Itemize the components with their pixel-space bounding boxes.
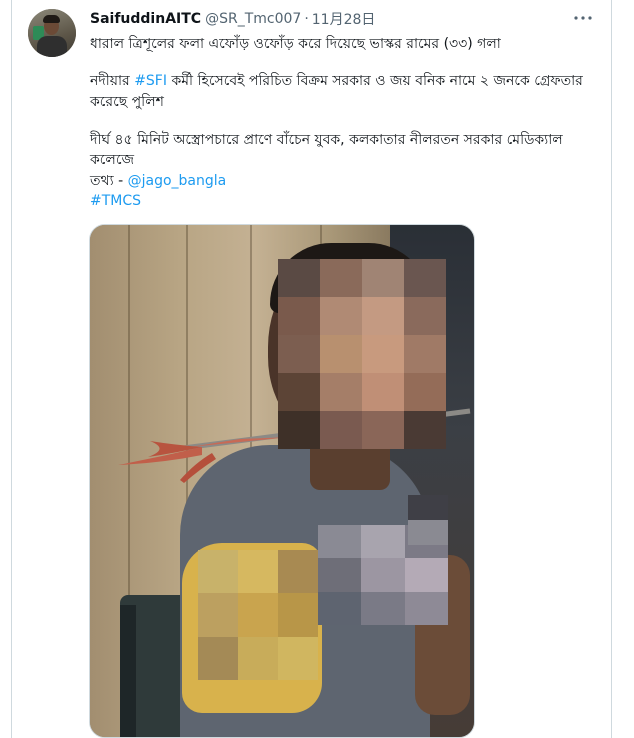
mosaic-block (198, 593, 238, 637)
tweet-text-line-4: দীর্ঘ ৪৫ মিনিট অস্ত্রোপচারে প্রাণে বাঁচে… (90, 132, 563, 168)
mosaic-block (278, 373, 320, 411)
source-prefix: তথ্য - (90, 173, 128, 189)
mosaic-block (404, 411, 446, 449)
mosaic-block (238, 636, 278, 680)
mosaic-block (404, 591, 448, 625)
author-name[interactable]: SaifuddinAITC (90, 11, 201, 27)
author-avatar[interactable] (28, 9, 76, 57)
mosaic-block (320, 411, 362, 449)
tweet-header: SaifuddinAITC @SR_Tmc007 · 11月28日 (90, 9, 375, 29)
tweet-text-line-2: নদীয়ার #SFI কর্মী হিসেবেই পরিচিত বিক্রম… (90, 71, 605, 91)
tweet-text-line-1: ধারাল ত্রিশূলের ফলা এফোঁড় ওফোঁড় করে দি… (90, 36, 501, 52)
mosaic-block (408, 520, 448, 545)
mosaic-block (278, 411, 320, 449)
mosaic-block (198, 636, 238, 680)
mosaic-block (318, 558, 362, 592)
mosaic-block (404, 259, 446, 297)
mosaic-block (278, 259, 320, 297)
hashtag-tmcs-link[interactable]: #TMCS (90, 193, 141, 209)
mosaic-block (278, 593, 318, 637)
mosaic-block (318, 591, 362, 625)
tweet-date[interactable]: 11月28日 (312, 9, 376, 29)
timeline-border-left (11, 0, 12, 738)
mosaic-block (404, 558, 448, 592)
tweet-text-line-2-start: নদীয়ার (90, 73, 135, 89)
mosaic-block (362, 297, 404, 335)
mosaic-block (320, 373, 362, 411)
tweet-photo[interactable] (89, 224, 475, 738)
mosaic-block (408, 495, 448, 520)
mosaic-block (318, 525, 362, 559)
mosaic-block (198, 550, 238, 594)
tweet-hashtag-line: #TMCS (90, 191, 605, 211)
sleeve-blur-mosaic (198, 550, 318, 680)
mosaic-block (320, 259, 362, 297)
face-blur-mosaic (278, 259, 446, 449)
mosaic-block (362, 411, 404, 449)
mosaic-block (238, 550, 278, 594)
tweet-text-line-2-end: কর্মী হিসেবেই পরিচিত বিক্রম সরকার ও জয় … (167, 73, 583, 89)
author-handle[interactable]: @SR_Tmc007 (205, 11, 301, 27)
mosaic-block (278, 297, 320, 335)
mosaic-block (362, 373, 404, 411)
timeline-border-right (611, 0, 612, 738)
mosaic-block (361, 525, 405, 559)
mosaic-block (361, 591, 405, 625)
badge-blur-mosaic (408, 495, 448, 545)
mosaic-block (362, 259, 404, 297)
mosaic-block (404, 373, 446, 411)
hashtag-sfi-link[interactable]: #SFI (134, 73, 167, 89)
mosaic-block (361, 558, 405, 592)
mosaic-block (238, 593, 278, 637)
tweet-text-line-3: করেছে পুলিশ (90, 94, 164, 110)
mosaic-block (404, 297, 446, 335)
mosaic-block (404, 335, 446, 373)
mosaic-block (278, 550, 318, 594)
mosaic-block (278, 636, 318, 680)
mosaic-block (320, 297, 362, 335)
mention-jago-bangla-link[interactable]: @jago_bangla (128, 173, 227, 189)
tweet-source-line: তথ্য - @jago_bangla (90, 171, 605, 191)
mosaic-block (320, 335, 362, 373)
mosaic-block (362, 335, 404, 373)
mosaic-block (278, 335, 320, 373)
header-separator: · (304, 11, 309, 27)
more-options-icon[interactable] (570, 7, 596, 29)
